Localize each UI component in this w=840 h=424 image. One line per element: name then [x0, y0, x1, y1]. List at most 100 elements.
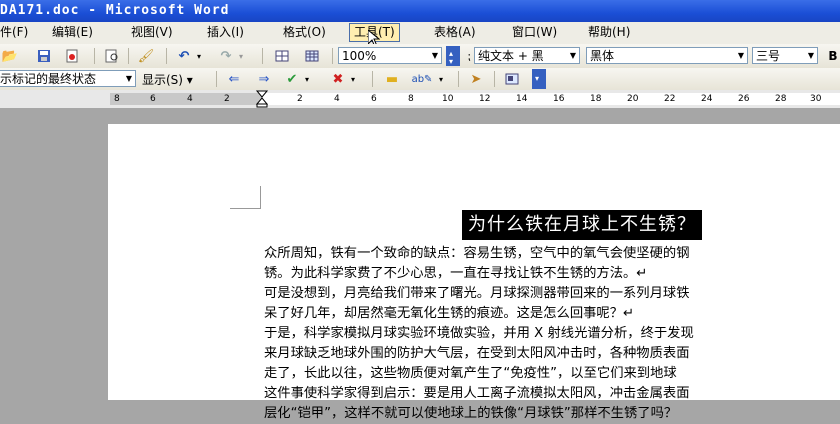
paragraph-line[interactable]: 走了，长此以往，这些物质便对氧产生了“免疫性”，以至它们来到地球 — [264, 364, 677, 384]
ruler-number: 16 — [553, 94, 565, 104]
redo-icon[interactable]: ↷ — [218, 48, 234, 64]
toolbar-separator — [262, 48, 263, 64]
menu-insert[interactable]: 插入(I) — [203, 24, 248, 41]
chevron-down-icon[interactable]: ▼ — [429, 48, 441, 63]
tables-borders-icon[interactable] — [274, 48, 290, 64]
font-size-combo[interactable]: 三号 ▼ — [752, 47, 818, 64]
page-corner-mark — [230, 186, 261, 209]
standard-toolbar: 📂 🖌 ↶ ▾ ↷ ▾ 100% ▼ ▴ ▾ ⁏ 纯文本 + 黑 ▼ 黑体 ▼ 三… — [0, 44, 840, 69]
style-icon: ⁏ — [467, 49, 471, 63]
new-comment-icon[interactable]: ▬ — [384, 71, 400, 87]
toolbar-separator — [332, 48, 333, 64]
insert-table-icon[interactable] — [304, 48, 320, 64]
accept-dropdown-icon[interactable]: ▾ — [302, 71, 312, 87]
reviewing-pane-icon[interactable]: ➤ — [468, 71, 484, 87]
menu-table[interactable]: 表格(A) — [430, 24, 480, 41]
toolbar-separator — [372, 71, 373, 87]
reviewing-toolbar: 示标记的最终状态 ▼ 显示(S) ▾ ⇐ ⇒ ✔ ▾ ✖ ▾ ▬ ab✎ ▾ ➤… — [0, 68, 840, 91]
ruler-number: 22 — [664, 94, 676, 104]
open-folder-icon[interactable]: 📂 — [2, 48, 18, 64]
permission-icon[interactable] — [64, 48, 80, 64]
undo-dropdown-icon[interactable]: ▾ — [194, 48, 204, 64]
markup-state-value: 示标记的最终状态 — [0, 72, 97, 86]
ruler-number: 12 — [479, 94, 491, 104]
ruler-number: 14 — [516, 94, 528, 104]
ruler-number: 10 — [442, 94, 454, 104]
menu-help[interactable]: 帮助(H) — [584, 24, 634, 41]
chevron-down-icon[interactable]: ▼ — [805, 48, 817, 63]
ruler-margin — [110, 93, 262, 105]
paragraph-line[interactable]: 呆了好几年，却居然毫无氧化生锈的痕迹。这是怎么回事呢？↵ — [264, 304, 634, 324]
ruler-number: 26 — [738, 94, 750, 104]
menu-edit[interactable]: 编辑(E) — [48, 24, 97, 41]
ruler-number: 8 — [408, 94, 414, 104]
menu-bar: 件(F) 编辑(E) 视图(V) 插入(I) 格式(O) 工具(T) 表格(A)… — [0, 22, 840, 48]
toolbar-separator — [216, 71, 217, 87]
indent-marker-icon[interactable] — [256, 90, 268, 108]
print-preview-icon[interactable] — [104, 48, 120, 64]
ruler-number: 4 — [187, 94, 193, 104]
paragraph-line[interactable]: 锈。为此科学家费了不少心思，一直在寻找让铁不生锈的方法。↵ — [264, 264, 647, 284]
paragraph-line[interactable]: 于是，科学家模拟月球实验环境做实验，并用 X 射线光谱分析，终于发现 — [264, 324, 694, 344]
menu-window[interactable]: 窗口(W) — [508, 24, 561, 41]
ruler-number: 18 — [590, 94, 602, 104]
style-combo[interactable]: 纯文本 + 黑 ▼ — [474, 47, 580, 64]
ruler-number: 24 — [701, 94, 713, 104]
toolbar-separator — [128, 48, 129, 64]
font-value: 黑体 — [590, 49, 615, 63]
ruler-number: 30 — [810, 94, 822, 104]
document-page[interactable]: 为什么铁在月球上不生锈？ 众所周知，铁有一个致命的缺点：容易生锈，空气中的氧气会… — [108, 124, 840, 421]
font-combo[interactable]: 黑体 ▼ — [586, 47, 748, 64]
redo-dropdown-icon[interactable]: ▾ — [236, 48, 246, 64]
style-value: 纯文本 + 黑 — [478, 49, 544, 63]
chevron-down-icon[interactable]: ▼ — [567, 48, 579, 63]
menu-format[interactable]: 格式(O) — [279, 24, 330, 41]
font-size-value: 三号 — [756, 49, 781, 63]
ruler-number: 8 — [114, 94, 120, 104]
paragraph-line[interactable]: 众所周知，铁有一个致命的缺点：容易生锈，空气中的氧气会使坚硬的钢 — [264, 244, 690, 264]
reject-dropdown-icon[interactable]: ▾ — [348, 71, 358, 87]
document-heading[interactable]: 为什么铁在月球上不生锈？ — [462, 210, 702, 240]
paragraph-line[interactable]: 可是没想到，月亮给我们带来了曙光。月球探测器带回来的一系列月球铁 — [264, 284, 690, 304]
paragraph-line[interactable]: 来月球缺乏地球外围的防护大气层，在受到太阳风冲击时，各种物质表面 — [264, 344, 690, 364]
toolbar-separator — [458, 71, 459, 87]
show-label: 显示(S) — [142, 73, 183, 87]
display-pane-icon[interactable] — [504, 71, 520, 87]
toolbar-separator — [166, 48, 167, 64]
next-change-icon[interactable]: ⇒ — [256, 71, 272, 87]
title-bar: DA171.doc - Microsoft Word — [0, 0, 840, 22]
toolbar-options-handle[interactable]: ▾ — [532, 69, 546, 89]
show-menu-button[interactable]: 显示(S) ▾ — [142, 71, 193, 88]
save-icon[interactable] — [36, 48, 52, 64]
ruler-text-area — [262, 93, 840, 105]
format-painter-icon[interactable]: 🖌 — [138, 48, 155, 64]
previous-change-icon[interactable]: ⇐ — [226, 71, 242, 87]
ruler-number: 2 — [224, 94, 230, 104]
undo-icon[interactable]: ↶ — [176, 48, 192, 64]
reject-change-icon[interactable]: ✖ — [330, 71, 346, 87]
document-area[interactable]: 为什么铁在月球上不生锈？ 众所周知，铁有一个致命的缺点：容易生锈，空气中的氧气会… — [0, 108, 840, 421]
ruler-number: 20 — [627, 94, 639, 104]
menu-file[interactable]: 件(F) — [0, 24, 32, 41]
track-changes-icon[interactable]: ab✎ — [412, 71, 433, 87]
toolbar-separator — [94, 48, 95, 64]
zoom-value: 100% — [342, 49, 377, 63]
window-title: DA171.doc - Microsoft Word — [0, 3, 230, 18]
chevron-down-icon[interactable]: ▼ — [735, 48, 747, 63]
chevron-down-icon[interactable]: ▼ — [123, 71, 135, 86]
horizontal-ruler[interactable]: 8 6 4 2 2 4 6 8 10 12 14 16 18 20 22 24 … — [0, 90, 840, 109]
ruler-number: 6 — [371, 94, 377, 104]
ruler-number: 2 — [297, 94, 303, 104]
accept-change-icon[interactable]: ✔ — [284, 71, 300, 87]
ruler-number: 28 — [775, 94, 787, 104]
zoom-combo[interactable]: 100% ▼ — [338, 47, 442, 64]
markup-state-combo[interactable]: 示标记的最终状态 ▼ — [0, 70, 136, 87]
paragraph-line[interactable]: 这件事使科学家得到启示：要是用人工离子流模拟太阳风，冲击金属表面 — [264, 384, 690, 404]
paragraph-line[interactable]: 层化“铠甲”，这样不就可以使地球上的铁像“月球铁”那样不生锈了吗？ — [264, 404, 677, 424]
bold-icon[interactable]: B — [826, 48, 840, 64]
toolbar-separator — [494, 71, 495, 87]
menu-view[interactable]: 视图(V) — [127, 24, 177, 41]
track-dropdown-icon[interactable]: ▾ — [436, 71, 446, 87]
ruler-number: 4 — [334, 94, 340, 104]
toolbar-options-handle[interactable]: ▴ ▾ — [446, 46, 460, 66]
